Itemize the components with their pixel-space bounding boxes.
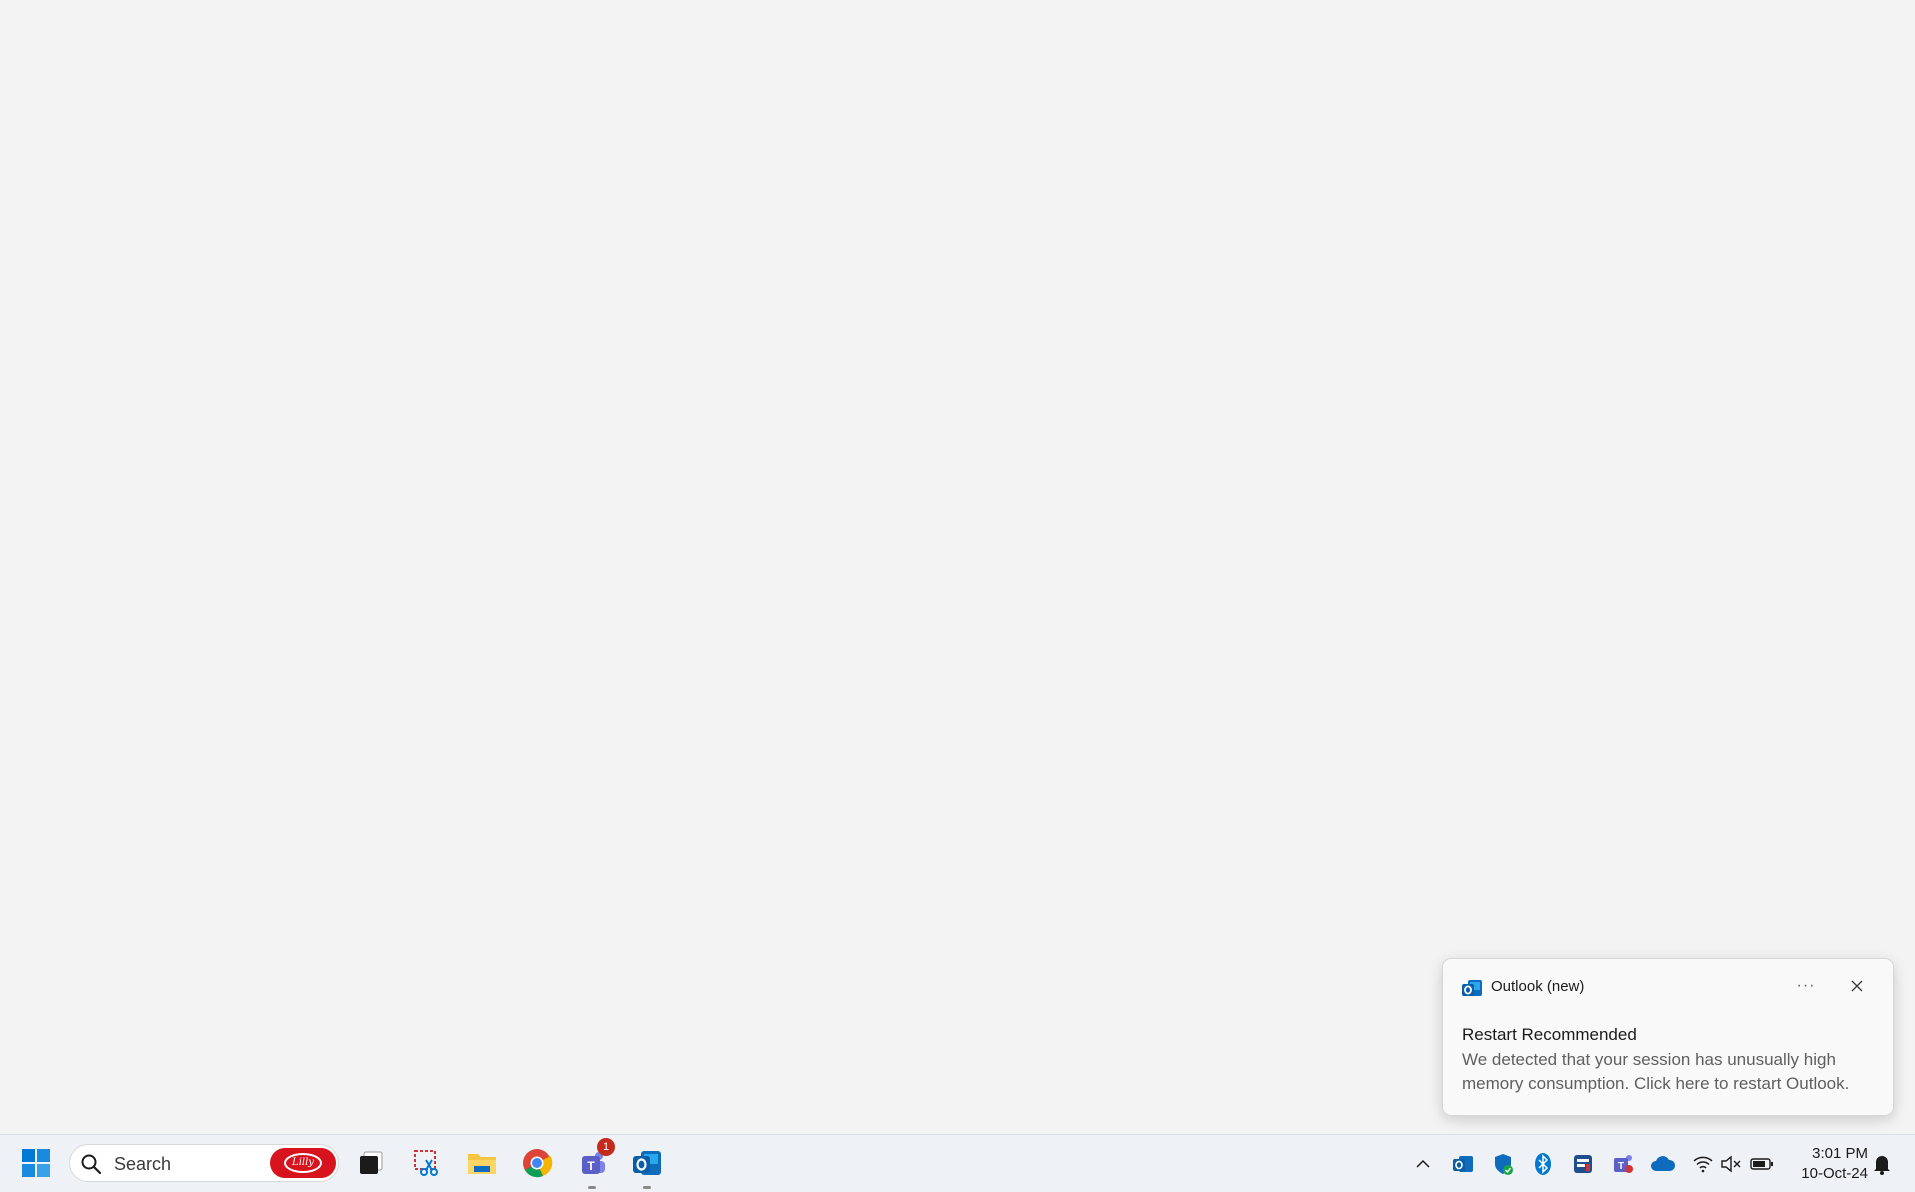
taskbar-snipping-tool[interactable]: [404, 1140, 450, 1186]
tray-show-hidden-icons[interactable]: [1409, 1150, 1437, 1178]
outlook-icon: [633, 1151, 661, 1175]
onedrive-icon: [1651, 1156, 1676, 1171]
volume-muted-icon: [1721, 1155, 1741, 1173]
notification-app-name: Outlook (new): [1491, 978, 1585, 995]
defender-icon: [1495, 1154, 1513, 1175]
tray-battery[interactable]: [1748, 1150, 1776, 1178]
windows-logo-icon: [22, 1149, 50, 1177]
tray-defender[interactable]: [1489, 1150, 1517, 1178]
wifi-icon: [1693, 1156, 1713, 1173]
tray-bluetooth[interactable]: [1529, 1150, 1557, 1178]
taskbar-task-view[interactable]: [348, 1140, 394, 1186]
svg-text:T: T: [587, 1159, 595, 1173]
chevron-up-icon: [1416, 1159, 1430, 1168]
teams-running-indicator: [588, 1186, 596, 1189]
notification-close-button[interactable]: [1840, 971, 1874, 1001]
clock-time: 3:01 PM: [1812, 1145, 1868, 1162]
battery-icon: [1750, 1158, 1773, 1170]
tray-onedrive[interactable]: [1649, 1150, 1677, 1178]
taskbar-clock[interactable]: 3:01 PM 10-Oct-24: [1784, 1144, 1868, 1184]
notification-center-button[interactable]: [1868, 1150, 1896, 1178]
notification-body[interactable]: We detected that your session has unusua…: [1462, 1048, 1882, 1096]
taskbar-search[interactable]: Search Lilly: [69, 1144, 339, 1182]
teams-notification-badge: 1: [597, 1138, 615, 1156]
outlook-tray-icon: [1453, 1156, 1473, 1172]
start-button[interactable]: [13, 1140, 59, 1186]
tray-app[interactable]: [1569, 1150, 1597, 1178]
taskbar: Search Lilly T 1 T 3:01 PM 10-Oct-24: [0, 1134, 1915, 1192]
search-placeholder: Search: [114, 1154, 172, 1174]
snipping-tool-icon: [414, 1150, 438, 1176]
tray-outlook[interactable]: [1449, 1150, 1477, 1178]
taskbar-outlook[interactable]: [624, 1140, 670, 1189]
teams-tray-icon: T: [1614, 1155, 1633, 1173]
search-icon: [81, 1154, 102, 1175]
taskbar-file-explorer[interactable]: [459, 1140, 505, 1186]
notification-title: Restart Recommended: [1462, 1025, 1637, 1044]
notification-more-button[interactable]: ···: [1789, 971, 1823, 1001]
taskbar-chrome[interactable]: [514, 1140, 560, 1186]
outlook-icon: [1461, 978, 1483, 1000]
tray-network[interactable]: [1689, 1150, 1717, 1178]
tray-volume[interactable]: [1717, 1150, 1745, 1178]
outlook-running-indicator: [643, 1186, 651, 1189]
svg-text:T: T: [1618, 1161, 1624, 1172]
tray-teams[interactable]: T: [1609, 1150, 1637, 1178]
folder-icon: [468, 1154, 496, 1174]
bluetooth-icon: [1535, 1153, 1551, 1175]
bell-icon: [1874, 1156, 1890, 1175]
close-icon: [1851, 980, 1863, 992]
lilly-logo: Lilly: [284, 1153, 322, 1173]
taskbar-teams[interactable]: T 1: [569, 1138, 615, 1189]
task-view-icon: [360, 1151, 383, 1174]
chrome-icon: [523, 1149, 553, 1178]
outlook-notification-toast[interactable]: Outlook (new) ··· Restart Recommended We…: [1442, 958, 1894, 1116]
app-tray-icon: [1574, 1155, 1592, 1173]
clock-date: 10-Oct-24: [1801, 1165, 1868, 1182]
search-highlight-logo[interactable]: Lilly: [270, 1148, 336, 1178]
